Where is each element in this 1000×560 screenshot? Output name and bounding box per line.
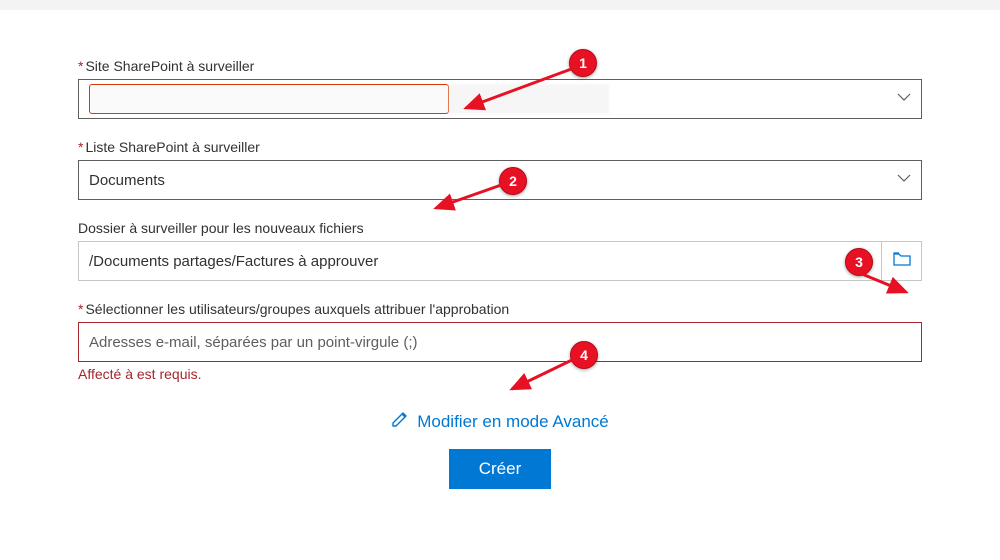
list-label: *Liste SharePoint à surveiller [78, 139, 922, 155]
chevron-down-icon [897, 171, 911, 189]
pencil-icon [391, 410, 409, 433]
required-marker: * [78, 139, 83, 155]
folder-label: Dossier à surveiller pour les nouveaux f… [78, 220, 922, 236]
site-label-text: Site SharePoint à surveiller [85, 58, 254, 74]
callout-arrow-4 [502, 353, 582, 398]
users-label: *Sélectionner les utilisateurs/groupes a… [78, 301, 922, 317]
field-group-folder: Dossier à surveiller pour les nouveaux f… [78, 220, 922, 281]
folder-path-input[interactable]: /Documents partages/Factures à approuver [78, 241, 882, 281]
list-selected-value: Documents [89, 172, 165, 189]
create-button[interactable]: Créer [449, 449, 552, 489]
chevron-down-icon [897, 90, 911, 108]
folder-input-row: /Documents partages/Factures à approuver [78, 241, 922, 281]
required-marker: * [78, 58, 83, 74]
folder-label-text: Dossier à surveiller pour les nouveaux f… [78, 220, 364, 236]
users-error-message: Affecté à est requis. [78, 366, 922, 382]
redacted-value-highlight [89, 84, 449, 114]
edit-advanced-mode-link[interactable]: Modifier en mode Avancé [391, 410, 609, 433]
folder-icon [893, 252, 911, 271]
users-label-text: Sélectionner les utilisateurs/groupes au… [85, 301, 509, 317]
callout-arrow-1 [454, 60, 584, 120]
create-button-label: Créer [479, 459, 522, 478]
folder-path-value: /Documents partages/Factures à approuver [89, 253, 378, 270]
form-actions: Modifier en mode Avancé Créer [78, 410, 922, 489]
required-marker: * [78, 301, 83, 317]
users-email-input[interactable]: Adresses e-mail, séparées par un point-v… [78, 322, 922, 362]
advanced-link-label: Modifier en mode Avancé [417, 412, 609, 432]
field-group-users: *Sélectionner les utilisateurs/groupes a… [78, 301, 922, 382]
list-label-text: Liste SharePoint à surveiller [85, 139, 259, 155]
callout-arrow-3 [858, 270, 918, 300]
window-top-bar [0, 0, 1000, 10]
users-placeholder: Adresses e-mail, séparées par un point-v… [89, 334, 417, 351]
callout-arrow-2 [426, 178, 516, 218]
